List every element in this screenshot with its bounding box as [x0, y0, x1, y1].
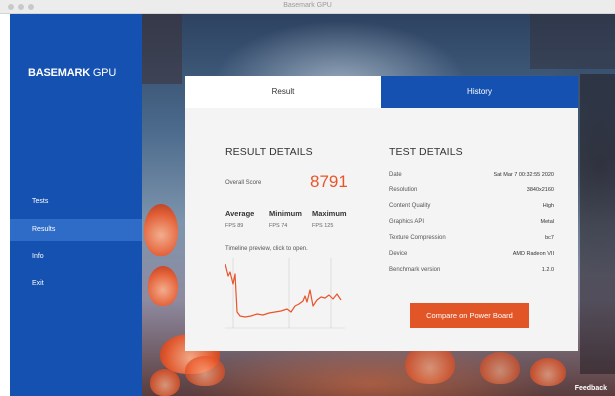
maximum-fps: FPS 125: [312, 223, 334, 229]
maximum-label: Maximum: [312, 209, 347, 218]
background-flower: [530, 358, 566, 386]
background-structure: [142, 14, 182, 84]
sidebar-item-tests[interactable]: Tests: [10, 191, 142, 213]
minimum-fps: FPS 74: [269, 223, 288, 229]
background-structure: [580, 74, 615, 374]
tab-history[interactable]: History: [381, 76, 578, 108]
test-details-title: TEST DETAILS: [389, 146, 463, 158]
texture-compression-value: bc7: [545, 235, 554, 241]
device-label: Device: [389, 251, 408, 257]
sidebar-item-exit[interactable]: Exit: [10, 273, 142, 295]
minimum-label: Minimum: [269, 209, 302, 218]
date-label: Date: [389, 172, 402, 178]
device-value: AMD Radeon VII: [512, 251, 554, 257]
date-value: Sat Mar 7 00:32:55 2020: [493, 172, 554, 178]
average-fps: FPS 89: [225, 223, 244, 229]
results-panel: Result History RESULT DETAILS Overall Sc…: [185, 76, 578, 351]
content-quality-value: High: [542, 203, 554, 209]
graphics-api-label: Graphics API: [389, 219, 425, 225]
background-flower: [144, 204, 178, 256]
background-flower: [150, 369, 180, 396]
content-quality-label: Content Quality: [389, 203, 431, 209]
overall-score-value: 8791: [310, 172, 348, 191]
resolution-value: 3840x2160: [526, 187, 554, 193]
benchmark-version-value: 1.2.0: [541, 267, 554, 273]
texture-compression-label: Texture Compression: [389, 235, 446, 241]
timeline-preview-chart[interactable]: [225, 254, 345, 334]
graphics-api-value: Metal: [540, 219, 554, 225]
logo-suffix: GPU: [89, 67, 117, 79]
background-flower: [185, 356, 225, 386]
result-details-title: RESULT DETAILS: [225, 146, 313, 158]
background-structure: [530, 14, 615, 69]
overall-score-label: Overall Score: [225, 180, 262, 186]
background-flower: [148, 266, 178, 306]
feedback-button[interactable]: Feedback: [575, 385, 607, 392]
sidebar: BASEMARK GPU Tests Results Info Exit: [10, 14, 142, 396]
compare-on-power-board-button[interactable]: Compare on Power Board: [410, 303, 529, 328]
background-flower: [480, 352, 520, 384]
title-bar: Basemark GPU: [0, 0, 615, 14]
app-logo: BASEMARK GPU: [28, 67, 116, 79]
sidebar-item-results[interactable]: Results: [10, 219, 142, 241]
sidebar-item-info[interactable]: Info: [10, 246, 142, 268]
timeline-series-line: [225, 263, 342, 318]
app-window: BASEMARK GPU Tests Results Info Exit Res…: [10, 14, 615, 396]
window-title: Basemark GPU: [283, 2, 332, 9]
logo-text: BASEMARK: [28, 67, 90, 79]
resolution-label: Resolution: [389, 187, 418, 193]
average-label: Average: [225, 209, 255, 218]
timeline-label: Timeline preview, click to open.: [225, 246, 308, 252]
benchmark-version-label: Benchmark version: [389, 267, 441, 273]
tab-result[interactable]: Result: [185, 76, 381, 108]
